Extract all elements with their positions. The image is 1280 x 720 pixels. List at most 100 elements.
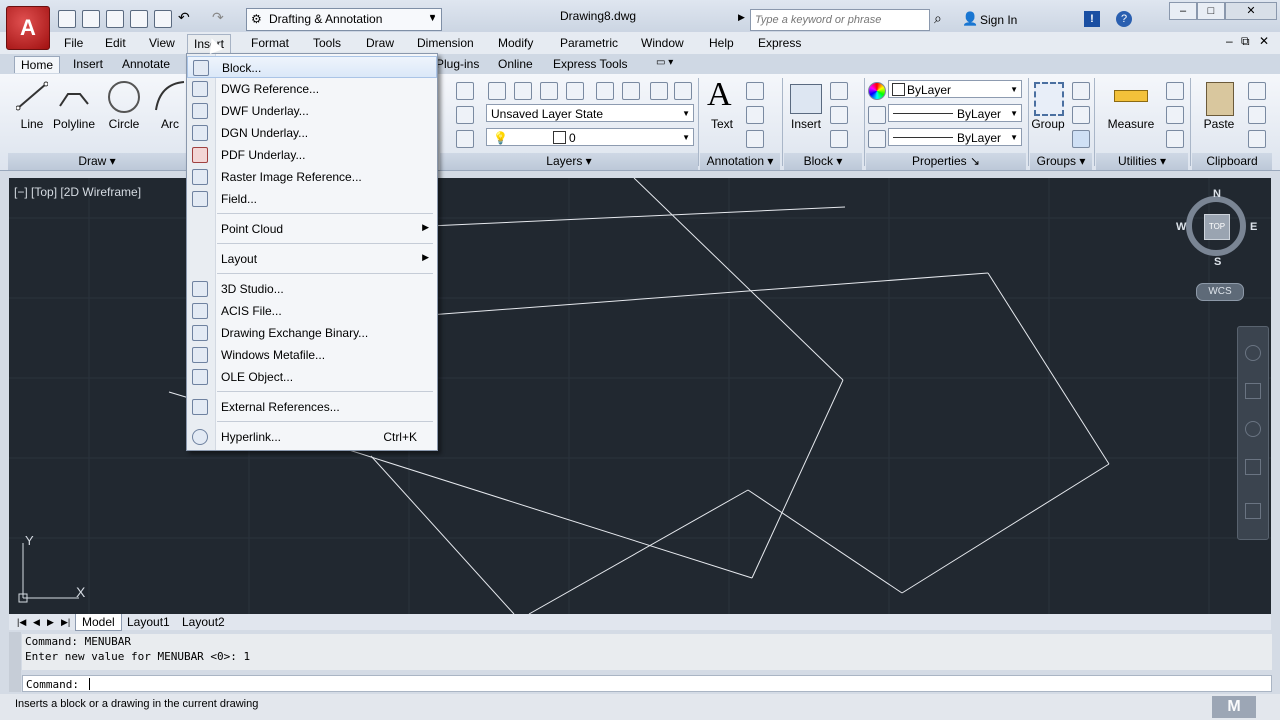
- menu-item-external-references[interactable]: External References...: [187, 396, 437, 418]
- workspace-selector[interactable]: ⚙ Drafting & Annotation ▼: [246, 8, 442, 31]
- ungroup-icon[interactable]: [1072, 82, 1090, 100]
- leader-icon[interactable]: [746, 106, 764, 124]
- compass-west[interactable]: W: [1176, 221, 1186, 233]
- tab-annotate[interactable]: Annotate: [116, 56, 176, 72]
- groups-panel-title[interactable]: Groups ▾: [1030, 153, 1092, 170]
- layer-tool-1-icon[interactable]: [488, 82, 506, 100]
- undo-icon[interactable]: ↶: [178, 9, 190, 26]
- color-wheel-icon[interactable]: [868, 82, 886, 100]
- menu-help[interactable]: Help: [709, 36, 734, 50]
- layer-properties-icon[interactable]: [456, 82, 474, 100]
- menu-item-windows-metafile[interactable]: Windows Metafile...: [187, 344, 437, 366]
- last-tab-icon[interactable]: ▶|: [55, 614, 76, 630]
- new-file-icon[interactable]: [58, 10, 76, 28]
- layer-select[interactable]: 💡 0 ▼: [486, 128, 694, 146]
- doc-close-icon[interactable]: ✕: [1259, 34, 1269, 48]
- menu-file[interactable]: File: [64, 36, 83, 50]
- showmotion-icon[interactable]: [1245, 503, 1261, 519]
- lineweight-select[interactable]: ByLayer ▼: [888, 104, 1022, 122]
- group-edit-icon[interactable]: [1072, 106, 1090, 124]
- layer-freeze-icon[interactable]: [456, 130, 474, 148]
- tab-model[interactable]: Model: [75, 614, 122, 631]
- dimension-icon[interactable]: [746, 82, 764, 100]
- viewcube[interactable]: TOP N S E W: [1176, 188, 1260, 270]
- linetype-select[interactable]: ByLayer ▼: [888, 128, 1022, 146]
- layer-tool-8-icon[interactable]: [674, 82, 692, 100]
- tab-home[interactable]: Home: [14, 56, 61, 73]
- menu-window[interactable]: Window: [641, 36, 684, 50]
- menu-item-pdf-underlay[interactable]: PDF Underlay...: [187, 144, 437, 166]
- tab-online[interactable]: Online: [492, 56, 539, 72]
- save-as-icon[interactable]: [130, 10, 148, 28]
- menu-format[interactable]: Format: [251, 36, 289, 50]
- select-all-icon[interactable]: [1166, 106, 1184, 124]
- layer-tool-5-icon[interactable]: [596, 82, 614, 100]
- tab-layout1[interactable]: Layout1: [121, 614, 176, 630]
- close-icon[interactable]: ✕: [1225, 2, 1277, 20]
- annotation-panel-title[interactable]: Annotation ▾: [700, 153, 780, 170]
- layer-isolate-icon[interactable]: [456, 106, 474, 124]
- layers-panel-title[interactable]: Layers ▾: [440, 153, 698, 170]
- tab-express-tools[interactable]: Express Tools: [547, 56, 633, 72]
- orbit-icon[interactable]: [1245, 459, 1261, 475]
- menu-express[interactable]: Express: [758, 36, 801, 50]
- menu-item-block[interactable]: Block...: [187, 56, 437, 78]
- menu-item-dwf-underlay[interactable]: DWF Underlay...: [187, 100, 437, 122]
- menu-dimension[interactable]: Dimension: [417, 36, 474, 50]
- compass-north[interactable]: N: [1213, 188, 1221, 200]
- menu-item-drawing-exchange-binary[interactable]: Drawing Exchange Binary...: [187, 322, 437, 344]
- draw-panel-title[interactable]: Draw ▾: [8, 153, 186, 170]
- doc-minimize-icon[interactable]: –: [1226, 34, 1233, 48]
- copy-icon[interactable]: [1248, 106, 1266, 124]
- steering-wheel-icon[interactable]: [1245, 345, 1261, 361]
- compass-south[interactable]: S: [1214, 256, 1221, 268]
- compass-east[interactable]: E: [1250, 221, 1257, 233]
- quick-select-icon[interactable]: [1166, 82, 1184, 100]
- ribbon-minimize-icon[interactable]: ▭ ▾: [650, 56, 679, 69]
- menu-item-acis-file[interactable]: ACIS File...: [187, 300, 437, 322]
- tab-layout2[interactable]: Layout2: [176, 614, 231, 630]
- tab-insert[interactable]: Insert: [67, 56, 109, 72]
- layer-tool-3-icon[interactable]: [540, 82, 558, 100]
- linetype-icon[interactable]: [868, 130, 886, 148]
- help-icon[interactable]: ?: [1116, 11, 1132, 27]
- layer-tool-6-icon[interactable]: [622, 82, 640, 100]
- menu-item-raster-image[interactable]: Raster Image Reference...: [187, 166, 437, 188]
- zoom-icon[interactable]: [1245, 421, 1261, 437]
- edit-attributes-icon[interactable]: [830, 130, 848, 148]
- utilities-panel-title[interactable]: Utilities ▾: [1096, 153, 1188, 170]
- group-select-icon[interactable]: [1072, 130, 1090, 148]
- viewport-controls[interactable]: [−] [Top] [2D Wireframe]: [14, 185, 141, 199]
- calculator-icon[interactable]: [1166, 130, 1184, 148]
- sign-in-link[interactable]: Sign In: [980, 13, 1017, 27]
- menu-draw[interactable]: Draw: [366, 36, 394, 50]
- menu-item-hyperlink[interactable]: Hyperlink... Ctrl+K: [187, 426, 437, 448]
- command-input[interactable]: Command:: [22, 675, 1272, 692]
- save-icon[interactable]: [106, 10, 124, 28]
- lineweight-icon[interactable]: [868, 106, 886, 124]
- menu-item-3d-studio[interactable]: 3D Studio...: [187, 278, 437, 300]
- layer-tool-2-icon[interactable]: [514, 82, 532, 100]
- menu-item-dwg-reference[interactable]: DWG Reference...: [187, 78, 437, 100]
- maximize-icon[interactable]: □: [1197, 2, 1225, 20]
- properties-panel-title[interactable]: Properties ↘: [866, 153, 1026, 170]
- binoculars-icon[interactable]: ⌕: [934, 10, 942, 27]
- menu-item-dgn-underlay[interactable]: DGN Underlay...: [187, 122, 437, 144]
- table-icon[interactable]: [746, 130, 764, 148]
- exchange-icon[interactable]: !: [1084, 11, 1100, 27]
- menu-item-field[interactable]: Field...: [187, 188, 437, 210]
- viewcube-top-face[interactable]: TOP: [1204, 214, 1230, 240]
- menu-item-point-cloud[interactable]: Point Cloud ▶: [187, 218, 437, 240]
- cut-icon[interactable]: [1248, 82, 1266, 100]
- tab-plugins[interactable]: Plug-ins: [430, 56, 485, 72]
- menu-edit[interactable]: Edit: [105, 36, 126, 50]
- application-menu-button[interactable]: A: [6, 6, 50, 50]
- menu-item-ole-object[interactable]: OLE Object...: [187, 366, 437, 388]
- menu-tools[interactable]: Tools: [313, 36, 341, 50]
- layer-state-select[interactable]: Unsaved Layer State ▼: [486, 104, 694, 122]
- menu-modify[interactable]: Modify: [498, 36, 533, 50]
- layer-tool-7-icon[interactable]: [650, 82, 668, 100]
- layer-tool-4-icon[interactable]: [566, 82, 584, 100]
- navigation-bar[interactable]: [1237, 326, 1269, 540]
- minimize-icon[interactable]: –: [1169, 2, 1197, 20]
